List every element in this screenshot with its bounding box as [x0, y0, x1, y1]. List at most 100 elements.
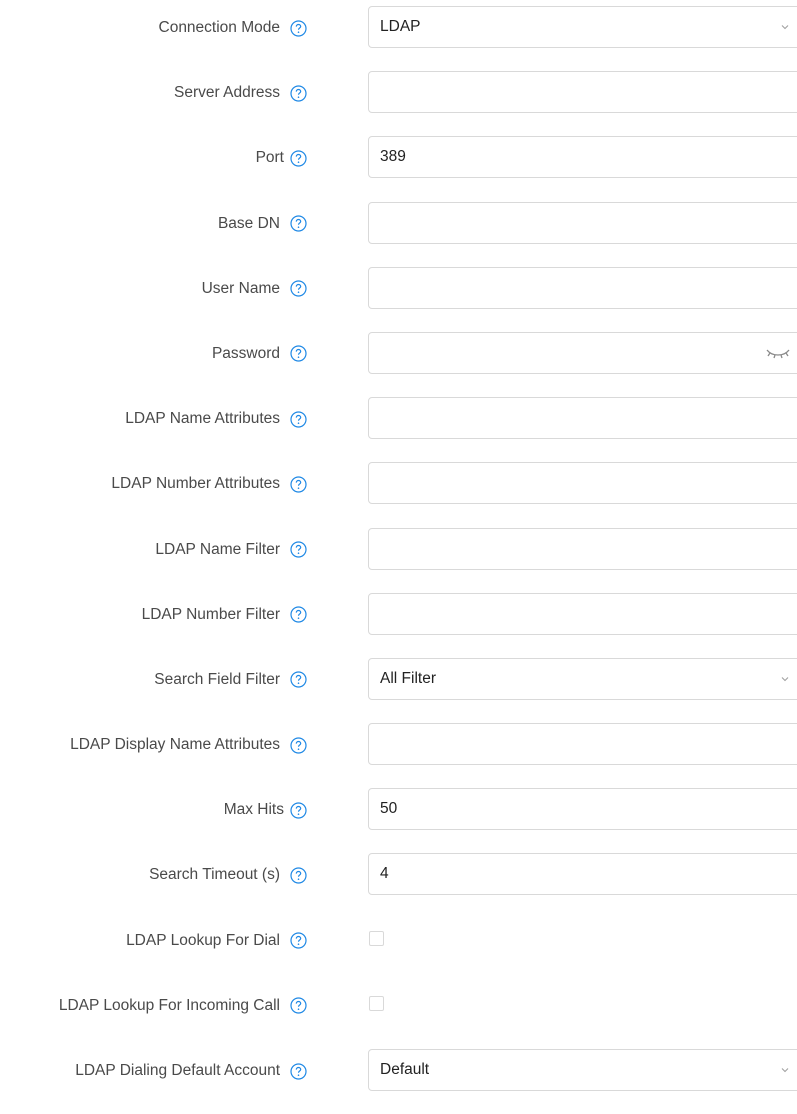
max-hits-field[interactable]: [368, 788, 797, 831]
password-field[interactable]: [368, 331, 797, 374]
base-dn-input[interactable]: [369, 202, 769, 243]
field-label-group: Search Timeout (s): [149, 853, 307, 897]
field-row-ldap-number-attributes: LDAP Number Attributes: [0, 462, 797, 527]
field-label: Server Address: [174, 84, 280, 102]
question-circle-icon[interactable]: [290, 671, 307, 688]
field-row-password: Password: [0, 331, 797, 397]
search-field-filter-select[interactable]: All Filter: [368, 657, 797, 700]
question-circle-icon[interactable]: [290, 541, 307, 558]
field-label-group: LDAP Lookup For Dial: [126, 919, 307, 963]
question-circle-icon[interactable]: [290, 802, 307, 819]
server-address-field[interactable]: [368, 71, 797, 114]
field-row-ldap-lookup-for-dial: LDAP Lookup For Dial: [0, 919, 797, 984]
field-label: User Name: [201, 279, 280, 297]
field-row-ldap-display-name-attributes: LDAP Display Name Attributes: [0, 723, 797, 788]
question-circle-icon[interactable]: [290, 345, 307, 363]
field-label: Port: [255, 149, 284, 167]
question-circle-icon[interactable]: [290, 997, 307, 1014]
field-label: Search Timeout (s): [149, 866, 280, 884]
field-label-group: Search Field Filter: [154, 658, 307, 702]
search-timeout-field[interactable]: [368, 853, 797, 896]
field-row-ldap-dialing-default-account: LDAP Dialing Default Account Default: [0, 1049, 797, 1114]
field-label-group: Max Hits: [224, 788, 307, 832]
question-circle-icon[interactable]: [290, 411, 307, 428]
ldap-display-name-attributes-input[interactable]: [369, 724, 769, 765]
max-hits-input[interactable]: [369, 789, 769, 830]
question-circle-icon[interactable]: [290, 1062, 307, 1080]
field-label-group: LDAP Display Name Attributes: [70, 723, 307, 767]
field-label: Max Hits: [223, 801, 284, 819]
ldap-name-attributes-field[interactable]: [368, 397, 797, 440]
field-label-group: Port: [256, 136, 307, 180]
base-dn-field[interactable]: [368, 201, 797, 244]
field-label: LDAP Dialing Default Account: [75, 1062, 280, 1079]
select-value: Default: [380, 1061, 430, 1078]
field-label-group: Password: [212, 332, 307, 376]
question-circle-icon[interactable]: [290, 736, 307, 754]
question-circle-icon[interactable]: [290, 215, 307, 232]
field-label: Connection Mode: [158, 19, 281, 36]
ldap-lookup-for-incoming-call-checkbox[interactable]: [369, 995, 384, 1011]
field-row-search-field-filter: Search Field Filter All Filter: [0, 657, 797, 723]
port-input[interactable]: [369, 137, 769, 178]
field-label-group: Server Address: [174, 71, 307, 115]
user-name-input[interactable]: [369, 267, 769, 308]
field-label: Password: [211, 344, 280, 362]
field-label-group: User Name: [202, 267, 307, 311]
ldap-number-filter-field[interactable]: [368, 592, 797, 635]
field-label: LDAP Lookup For Incoming Call: [58, 996, 280, 1014]
select-value: All Filter: [380, 669, 436, 687]
question-circle-icon[interactable]: [290, 19, 307, 37]
ldap-display-name-attributes-field[interactable]: [368, 723, 797, 766]
server-address-input[interactable]: [369, 72, 769, 113]
field-row-ldap-name-filter: LDAP Name Filter: [0, 527, 797, 593]
select-value: LDAP: [380, 18, 421, 35]
question-circle-icon[interactable]: [290, 932, 307, 949]
question-circle-icon[interactable]: [290, 867, 307, 884]
eye-closed-icon[interactable]: [765, 346, 795, 360]
user-name-field[interactable]: [368, 266, 797, 309]
field-row-ldap-number-filter: LDAP Number Filter: [0, 592, 797, 658]
field-row-ldap-name-attributes: LDAP Name Attributes: [0, 397, 797, 462]
chevron-down-icon: [780, 1065, 790, 1075]
field-row-port: Port: [0, 136, 797, 201]
field-row-ldap-lookup-for-incoming-call: LDAP Lookup For Incoming Call: [0, 984, 797, 1049]
field-label-group: Connection Mode: [159, 6, 308, 50]
ldap-number-filter-input[interactable]: [369, 593, 769, 634]
connection-mode-select[interactable]: LDAP: [368, 6, 797, 48]
field-row-search-timeout: Search Timeout (s): [0, 853, 797, 918]
field-label: LDAP Number Attributes: [111, 475, 280, 493]
field-row-base-dn: Base DN: [0, 201, 797, 267]
field-label: Search Field Filter: [154, 670, 280, 688]
password-input[interactable]: [369, 332, 749, 373]
field-label-group: LDAP Dialing Default Account: [75, 1049, 307, 1093]
field-label: LDAP Number Filter: [141, 605, 280, 623]
ldap-name-filter-input[interactable]: [369, 528, 769, 569]
ldap-number-attributes-field[interactable]: [368, 462, 797, 505]
ldap-number-attributes-input[interactable]: [369, 463, 769, 504]
ldap-name-attributes-input[interactable]: [369, 398, 769, 439]
chevron-down-icon: [780, 674, 790, 684]
field-label-group: LDAP Name Attributes: [125, 397, 307, 441]
field-label: LDAP Lookup For Dial: [126, 931, 280, 949]
field-row-connection-mode: Connection Mode LDAP: [0, 6, 797, 71]
field-label-group: Base DN: [218, 202, 307, 246]
field-label-group: LDAP Number Filter: [142, 593, 307, 637]
field-row-server-address: Server Address: [0, 71, 797, 136]
field-label: Base DN: [217, 214, 280, 232]
field-row-user-name: User Name: [0, 266, 797, 332]
question-circle-icon[interactable]: [290, 85, 307, 102]
port-field[interactable]: [368, 136, 797, 179]
field-label: LDAP Name Attributes: [125, 410, 280, 428]
question-circle-icon[interactable]: [290, 150, 307, 167]
question-circle-icon[interactable]: [290, 606, 307, 623]
question-circle-icon[interactable]: [290, 280, 307, 297]
search-timeout-input[interactable]: [369, 854, 769, 895]
chevron-down-icon: [780, 22, 790, 32]
question-circle-icon[interactable]: [290, 476, 307, 493]
field-label-group: LDAP Lookup For Incoming Call: [59, 984, 307, 1028]
field-label-group: LDAP Number Attributes: [111, 462, 307, 506]
ldap-lookup-for-dial-checkbox[interactable]: [369, 930, 384, 946]
ldap-dialing-default-account-select[interactable]: Default: [368, 1049, 797, 1091]
ldap-name-filter-field[interactable]: [368, 527, 797, 570]
